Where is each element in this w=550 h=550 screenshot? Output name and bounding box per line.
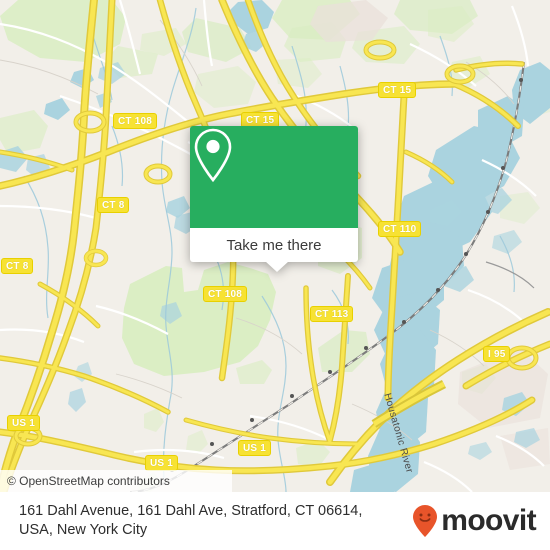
map-screenshot: Housatonic River CT 108 CT 15 CT 15 CT 8… [0, 0, 550, 550]
address-line-1: 161 Dahl Avenue, 161 Dahl Ave, Stratford… [19, 503, 363, 519]
moovit-logo[interactable]: moovit [412, 504, 537, 538]
attribution-bar: © OpenStreetMap contributors [0, 470, 232, 492]
address-block: 161 Dahl Avenue, 161 Dahl Ave, Stratford… [0, 502, 420, 540]
attribution-text[interactable]: © OpenStreetMap contributors [0, 474, 170, 488]
popup-tail [265, 261, 289, 272]
road-shield-ct108-b[interactable]: CT 108 [203, 286, 247, 302]
road-shield-ct113[interactable]: CT 113 [310, 306, 354, 322]
road-shield-ct110[interactable]: CT 110 [378, 221, 422, 237]
road-shield-i95[interactable]: I 95 [483, 346, 511, 362]
road-shield-us1-c[interactable]: US 1 [145, 455, 179, 471]
road-shield-ct8-a[interactable]: CT 8 [97, 197, 130, 213]
location-popup[interactable]: Take me there [190, 126, 358, 272]
moovit-pin-icon [413, 505, 438, 537]
moovit-wordmark: moovit [441, 504, 536, 537]
road-shield-us1-a[interactable]: US 1 [7, 415, 41, 431]
road-shield-ct8-b[interactable]: CT 8 [1, 258, 34, 274]
road-shield-ct108-a[interactable]: CT 108 [113, 113, 157, 129]
address-line-2: USA, New York City [19, 522, 148, 538]
road-shield-ct15-b[interactable]: CT 15 [378, 82, 417, 98]
take-me-there-button[interactable]: Take me there [190, 228, 358, 262]
map-pin-icon [194, 128, 232, 183]
footer-bar: 161 Dahl Avenue, 161 Dahl Ave, Stratford… [0, 492, 550, 550]
popup-header [190, 126, 358, 228]
map-canvas[interactable]: Housatonic River CT 108 CT 15 CT 15 CT 8… [0, 0, 550, 492]
take-me-there-label: Take me there [226, 236, 322, 254]
road-shield-us1-b[interactable]: US 1 [238, 440, 272, 456]
